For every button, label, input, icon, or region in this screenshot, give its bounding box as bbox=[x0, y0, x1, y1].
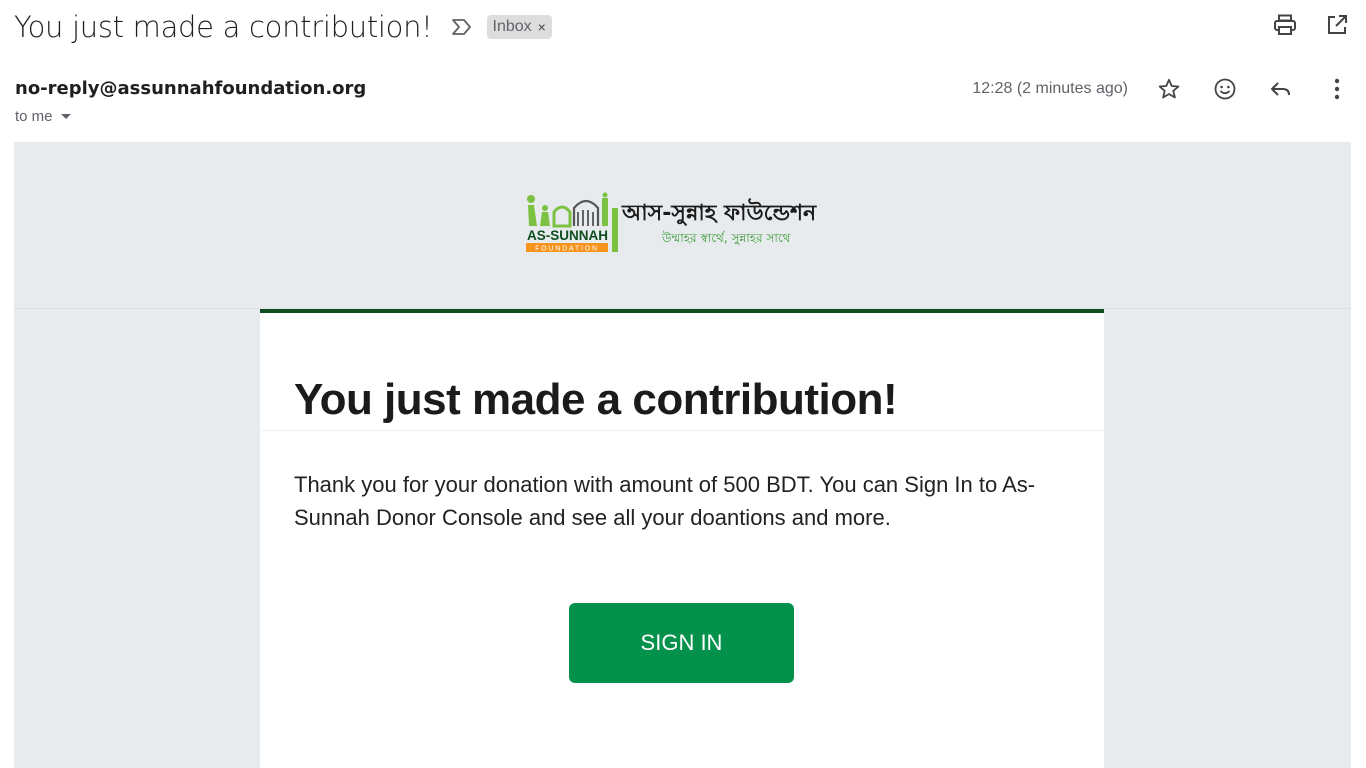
recipient-details-toggle[interactable]: to me bbox=[15, 108, 71, 125]
more-options-icon[interactable] bbox=[1324, 76, 1350, 102]
open-in-new-window-icon[interactable] bbox=[1324, 12, 1350, 38]
print-icon[interactable] bbox=[1272, 12, 1298, 38]
sign-in-button[interactable]: SIGN IN bbox=[569, 603, 794, 683]
emoji-reaction-icon[interactable] bbox=[1212, 76, 1238, 102]
inbox-label-chip[interactable]: Inbox × bbox=[486, 15, 552, 39]
caret-down-icon[interactable] bbox=[60, 114, 71, 119]
logo-brand-bn: আস-সুন্নাহ ফাউন্ডেশন bbox=[621, 198, 817, 227]
logo-tagline-bn: উম্মাহর স্বার্থে, সুন্নাহর সাথে bbox=[661, 231, 791, 246]
contribution-card: You just made a contribution! Thank you … bbox=[260, 309, 1104, 768]
reply-icon[interactable] bbox=[1268, 76, 1294, 102]
as-sunnah-foundation-logo: AS-SUNNAH FOUNDATION আস-সুন্নাহ ফাউন্ডেশ… bbox=[526, 190, 836, 254]
importance-marker-icon[interactable] bbox=[451, 16, 473, 38]
email-subject: You just made a contribution! bbox=[14, 10, 433, 44]
card-divider bbox=[260, 430, 1104, 431]
message-meta: 12:28 (2 minutes ago) bbox=[972, 74, 1350, 104]
email-body: AS-SUNNAH FOUNDATION আস-সুন্নাহ ফাউন্ডেশ… bbox=[14, 142, 1351, 768]
card-message: Thank you for your donation with amount … bbox=[294, 472, 1036, 530]
subject-row: You just made a contribution! Inbox × bbox=[14, 8, 552, 46]
top-actions bbox=[1272, 12, 1350, 38]
logo-brand-en: AS-SUNNAH bbox=[527, 228, 608, 243]
card-title: You just made a contribution! bbox=[294, 375, 898, 424]
label-text: Inbox bbox=[492, 18, 532, 35]
sender-address[interactable]: no-reply@assunnahfoundation.org bbox=[15, 78, 366, 99]
remove-label-icon[interactable]: × bbox=[538, 19, 546, 35]
timestamp: 12:28 (2 minutes ago) bbox=[972, 80, 1128, 97]
recipient-text: to me bbox=[15, 108, 53, 125]
logo-brand-sub: FOUNDATION bbox=[535, 246, 599, 253]
star-icon[interactable] bbox=[1156, 76, 1182, 102]
message-actions bbox=[1156, 76, 1350, 102]
email-header-banner: AS-SUNNAH FOUNDATION আস-সুন্নাহ ফাউন্ডেশ… bbox=[14, 142, 1351, 309]
